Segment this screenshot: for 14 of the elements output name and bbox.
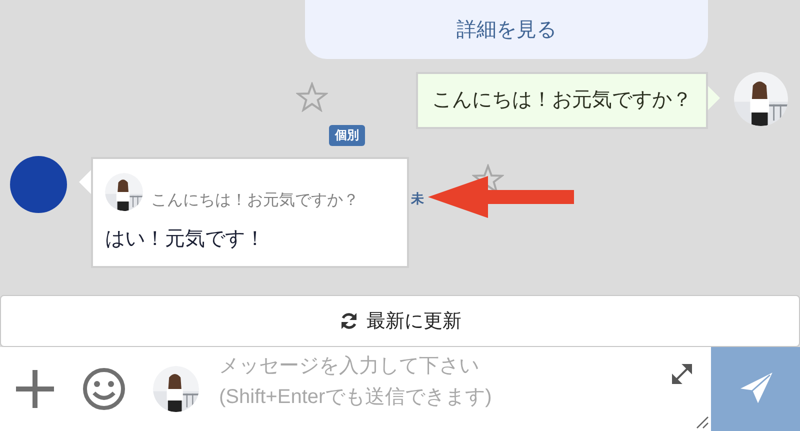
message-bubble: こんにちは！お元気ですか？ [416, 72, 708, 129]
add-icon[interactable] [14, 368, 56, 410]
star-icon[interactable] [296, 82, 328, 112]
bubble-tail [708, 86, 720, 110]
read-status: 未 [411, 190, 424, 208]
expand-icon[interactable] [671, 363, 693, 385]
message-text: はい！元気です！ [105, 227, 266, 252]
tag-label: 個別 [329, 125, 365, 146]
smiley-icon[interactable] [82, 367, 126, 411]
refresh-button[interactable]: 最新に更新 [0, 295, 800, 347]
resize-handle-icon[interactable] [695, 415, 709, 429]
refresh-icon [338, 311, 358, 331]
quoted-text: こんにちは！お元気ですか？ [151, 191, 359, 211]
detail-button[interactable]: 詳細を見る [305, 0, 708, 59]
